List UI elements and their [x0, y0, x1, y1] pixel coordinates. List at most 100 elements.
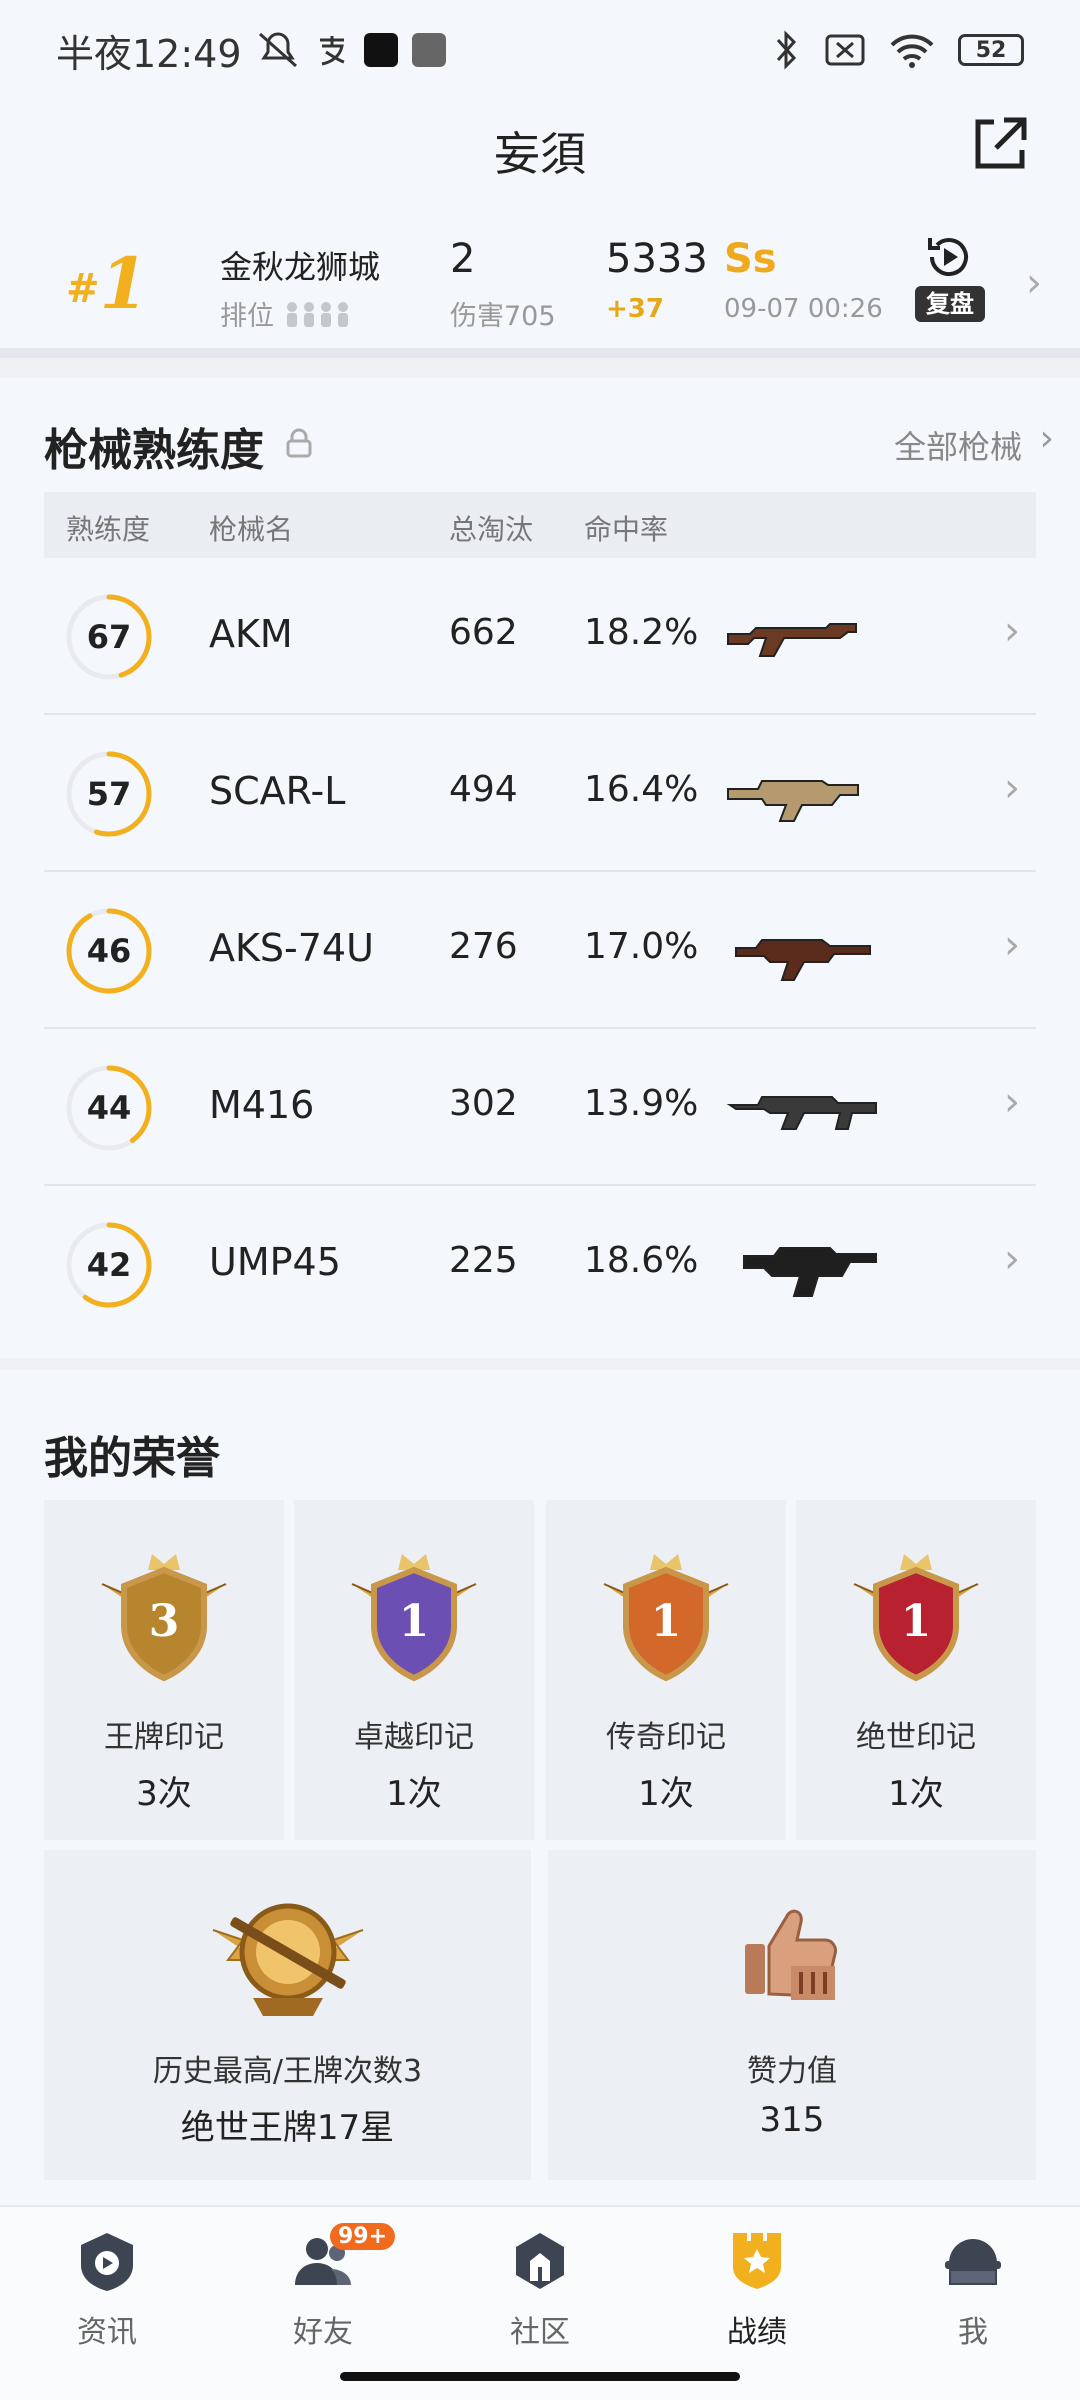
match-mode-label: 排位: [220, 301, 274, 332]
honor-count: 1次: [888, 1774, 944, 1814]
honor-card[interactable]: 1 绝世印记 1次: [796, 1500, 1036, 1840]
proficiency-level: 57: [86, 775, 132, 813]
col-proficiency: 熟练度: [66, 513, 151, 546]
replay-icon[interactable]: [922, 230, 976, 284]
ace-tier-medal-icon: [212, 1903, 363, 2016]
rank-number: 1: [99, 242, 149, 325]
bluetooth-icon: [776, 30, 797, 70]
proficiency-level: 67: [86, 618, 132, 656]
weapon-proficiency-section: 枪械熟练度 全部枪械 › 熟练度 枪械名 总淘汰 命中率 67 AKM 662 18.…: [0, 378, 1080, 1358]
chevron-right-icon: ›: [1026, 260, 1042, 306]
rank-hash: #: [66, 265, 100, 312]
chevron-right-icon: ›: [1004, 922, 1020, 968]
match-tier: Ss: [724, 236, 777, 282]
history-highest-label: 历史最高/王牌次数3: [152, 2054, 423, 2089]
weapon-accuracy: 18.2%: [584, 612, 699, 653]
status-time: 半夜12:49: [56, 31, 242, 76]
honor-card[interactable]: 1 卓越印记 1次: [294, 1500, 534, 1840]
weapon-image-icon: [726, 1096, 877, 1130]
proficiency-level: 44: [86, 1089, 132, 1127]
weapon-accuracy: 18.6%: [584, 1240, 699, 1281]
status-bar: 半夜12:49 52: [0, 0, 1080, 100]
honor-card[interactable]: 1 传奇印记 1次: [546, 1500, 786, 1840]
match-score-delta: +37: [606, 294, 664, 324]
nav-community-label: 社区: [510, 2315, 570, 2350]
likes-card[interactable]: 赞力值 315: [548, 1850, 1036, 2180]
share-icon[interactable]: [968, 112, 1032, 176]
col-accuracy: 命中率: [584, 513, 669, 546]
mi-notification-icon: [411, 33, 446, 67]
status-right: 52: [772, 30, 1024, 70]
col-weapon-name: 枪械名: [209, 513, 294, 546]
lock-icon: [286, 428, 312, 458]
mute-icon: [258, 32, 297, 68]
player-name: 金秋龙狮城: [220, 248, 381, 286]
honor-section: 我的荣誉 3 王牌印记 3次 1 卓越印记 1次 1 传奇印记 1次 1 绝世印记 1次 历史最高/王…: [0, 1370, 1080, 2205]
medal-number: 3: [149, 1596, 180, 1647]
weapon-row[interactable]: 67 AKM 662 18.2% ›: [44, 558, 1036, 715]
chevron-right-icon: ›: [1039, 418, 1054, 459]
likes-value: 315: [759, 2100, 825, 2140]
proficiency-level: 42: [86, 1246, 132, 1284]
weapon-kills: 276: [449, 926, 518, 967]
honor-medal-icon: 1: [351, 1554, 477, 1682]
nav-stats[interactable]: 战绩: [682, 2229, 832, 2351]
chevron-right-icon: ›: [1004, 608, 1020, 654]
weapon-image-icon: [727, 780, 859, 822]
recent-match-card[interactable]: #1 金秋龙狮城 排位 2 伤害705 5333 +37 Ss 09-07 00…: [0, 200, 1080, 358]
honor-label: 王牌印记: [104, 1720, 224, 1755]
nav-stats-label: 战绩: [727, 2315, 787, 2350]
honor-count: 1次: [386, 1774, 442, 1814]
col-kills: 总淘汰: [449, 513, 534, 546]
nav-news[interactable]: 资讯: [32, 2229, 182, 2351]
weapon-name: SCAR-L: [209, 769, 346, 813]
weapon-row[interactable]: 57 SCAR-L 494 16.4% ›: [44, 715, 1036, 872]
weapon-table-header: 熟练度 枪械名 总淘汰 命中率: [44, 492, 1036, 558]
nav-friends[interactable]: 99+ 好友: [248, 2223, 398, 2351]
medal-number: 1: [651, 1596, 682, 1647]
medal-number: 1: [901, 1596, 932, 1647]
likes-label: 赞力值: [747, 2054, 837, 2089]
weapon-name: UMP45: [209, 1240, 341, 1284]
weapon-name: M416: [209, 1083, 315, 1127]
weapon-name: AKM: [209, 612, 293, 656]
nav-community[interactable]: 社区: [465, 2229, 615, 2351]
bottom-nav: 资讯 99+ 好友 社区 战绩 我: [0, 2205, 1080, 2400]
alipay-icon: [319, 36, 345, 66]
match-damage: 伤害705: [450, 301, 556, 332]
stats-icon: [733, 2233, 781, 2289]
weapon-kills: 225: [449, 1240, 518, 1281]
chevron-right-icon: ›: [1004, 765, 1020, 811]
honor-label: 传奇印记: [606, 1720, 726, 1755]
weapon-row[interactable]: 44 M416 302 13.9% ›: [44, 1029, 1036, 1186]
friends-badge: 99+: [330, 2223, 396, 2250]
match-time: 09-07 00:26: [724, 294, 883, 324]
weapon-row[interactable]: 46 AKS-74U 276 17.0% ›: [44, 872, 1036, 1029]
weapon-kills: 302: [449, 1083, 518, 1124]
app-notification-icon: [363, 33, 398, 67]
nav-friends-label: 好友: [293, 2315, 353, 2350]
medal-number: 1: [399, 1596, 430, 1647]
honor-card[interactable]: 3 王牌印记 3次: [44, 1500, 284, 1840]
honor-section-title: 我的荣誉: [44, 1433, 220, 1484]
history-highest-card[interactable]: 历史最高/王牌次数3 绝世王牌17星: [44, 1850, 531, 2180]
profile-icon: [945, 2239, 1001, 2285]
page-header: 妄須: [0, 100, 1080, 200]
honor-label: 绝世印记: [856, 1720, 976, 1755]
all-weapons-link[interactable]: 全部枪械: [894, 422, 1022, 468]
battery-level: 52: [975, 37, 1007, 63]
page-title: 妄須: [494, 127, 586, 181]
weapon-row[interactable]: 42 UMP45 225 18.6% ›: [44, 1186, 1036, 1343]
match-kills: 2: [450, 236, 476, 282]
nav-profile[interactable]: 我: [898, 2229, 1048, 2351]
weapon-name: AKS-74U: [209, 926, 374, 970]
honor-medal-icon: 1: [853, 1554, 979, 1682]
replay-button[interactable]: 复盘: [915, 286, 985, 322]
honor-count: 1次: [638, 1774, 694, 1814]
home-indicator[interactable]: [340, 2372, 740, 2381]
status-left: 半夜12:49: [56, 23, 446, 78]
honor-medal-icon: 1: [603, 1554, 729, 1682]
honor-medal-icon: 3: [101, 1554, 227, 1682]
chevron-right-icon: ›: [1004, 1079, 1020, 1125]
sim-off-icon: [825, 34, 865, 66]
